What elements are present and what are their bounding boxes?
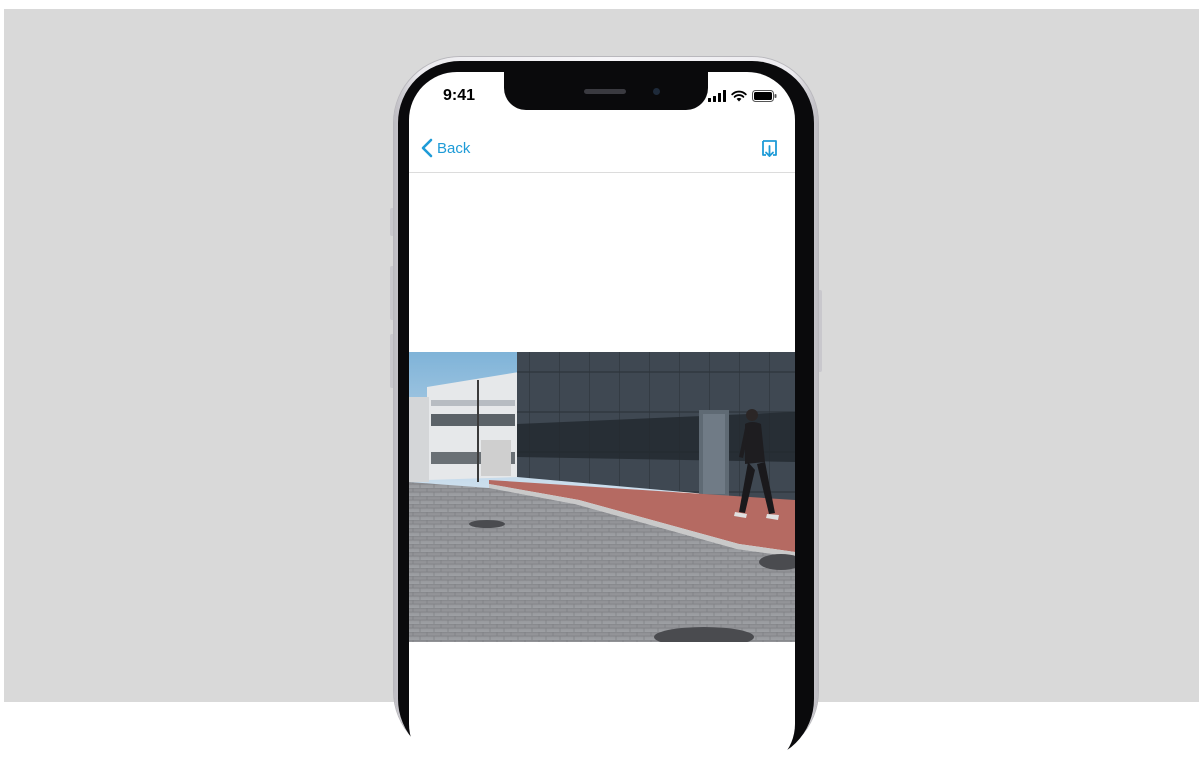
notch: [504, 72, 708, 110]
signal-icon: [708, 90, 726, 102]
battery-icon: [752, 90, 777, 102]
earpiece-speaker: [584, 89, 626, 94]
download-icon[interactable]: [757, 138, 779, 160]
navigation-bar: Back: [409, 130, 795, 173]
video-player[interactable]: [409, 352, 795, 642]
chevron-left-icon: [421, 138, 433, 158]
back-button[interactable]: Back: [421, 138, 470, 158]
phone-screen: 9:41 Back: [409, 72, 795, 772]
video-frame: [409, 352, 795, 642]
back-label: Back: [437, 139, 471, 157]
wifi-icon: [731, 90, 747, 102]
status-time: 9:41: [443, 87, 476, 104]
status-icons: [708, 90, 777, 102]
front-camera: [653, 88, 660, 95]
